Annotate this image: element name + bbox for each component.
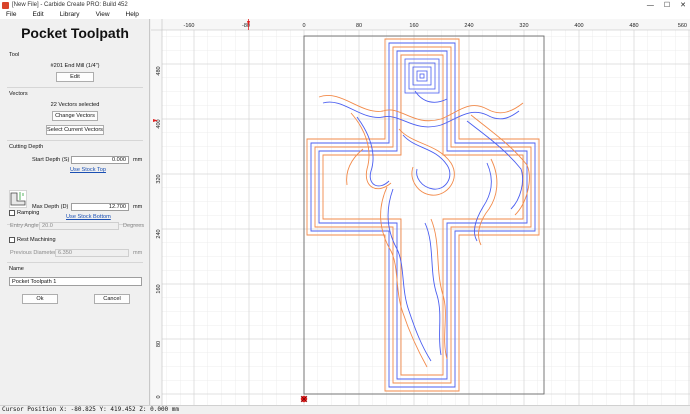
- previous-diameter-input[interactable]: 6.350: [55, 249, 129, 257]
- ruler-top-label: 240: [464, 23, 473, 29]
- maximize-button[interactable]: ☐: [664, 1, 670, 9]
- menu-help[interactable]: Help: [120, 11, 149, 18]
- menu-view-label: View: [95, 11, 110, 18]
- cancel-button[interactable]: Cancel: [94, 294, 130, 304]
- entry-angle-unit: Degrees: [123, 223, 145, 229]
- toolpath-name-input[interactable]: Pocket Toolpath 1: [9, 277, 142, 286]
- start-depth-label: Start Depth (S): [32, 157, 70, 163]
- ruler-top-label: 400: [574, 23, 583, 29]
- ruler-top-label: 560: [678, 23, 687, 29]
- menu-file[interactable]: File: [0, 11, 26, 18]
- window-title: [New File] - Carbide Create PRO: Build 4…: [12, 2, 128, 8]
- ruler-left-label: 320: [156, 174, 162, 183]
- canvas-svg[interactable]: -160 -80 0 80 160 240 320 400 480 560 48…: [151, 19, 690, 405]
- entry-angle-label: Entry Angle: [10, 223, 39, 229]
- panel-title: Pocket Toolpath: [21, 25, 129, 41]
- title-bar: [New File] - Carbide Create PRO: Build 4…: [0, 0, 690, 10]
- vectors-count: 22 Vectors selected: [50, 102, 100, 108]
- ruler-left-label: 480: [156, 66, 162, 75]
- tool-section-label: Tool: [9, 52, 20, 58]
- toolpath-panel: Pocket Toolpath Tool #201 End Mill (1/4"…: [0, 19, 150, 405]
- menu-library[interactable]: Library: [54, 11, 90, 18]
- menu-help-label: Help: [125, 11, 139, 18]
- menu-library-label: Library: [59, 11, 80, 18]
- rest-machining-label: Rest Machining: [17, 237, 56, 243]
- ruler-left-label: 80: [156, 341, 162, 347]
- ruler-top-label: -160: [183, 23, 194, 29]
- previous-diameter-unit: mm: [133, 250, 143, 256]
- ruler-top-label: 480: [629, 23, 638, 29]
- select-current-vectors-button[interactable]: Select Current Vectors: [46, 125, 104, 135]
- name-section-label: Name: [9, 266, 24, 272]
- tool-name: #201 End Mill (1/4"): [50, 63, 100, 69]
- top-ruler[interactable]: [151, 19, 690, 30]
- app-icon: [2, 1, 9, 9]
- divider: [7, 87, 143, 88]
- menu-edit[interactable]: Edit: [26, 11, 53, 18]
- previous-diameter-label: Previous Diameter: [10, 250, 57, 256]
- entry-angle-input[interactable]: 20.0: [39, 222, 119, 230]
- edit-tool-button[interactable]: Edit: [56, 72, 94, 82]
- ruler-top-label: 320: [519, 23, 528, 29]
- start-depth-input[interactable]: 0.000: [71, 156, 129, 164]
- ramping-checkbox[interactable]: [9, 210, 15, 216]
- divider: [7, 262, 143, 263]
- menu-file-label: File: [6, 11, 17, 18]
- rest-machining-checkbox[interactable]: [9, 237, 15, 243]
- menu-edit-label: Edit: [32, 11, 44, 18]
- design-canvas[interactable]: -160 -80 0 80 160 240 320 400 480 560 48…: [151, 19, 690, 405]
- minimize-button[interactable]: —: [647, 2, 654, 9]
- ruler-left-label: 0: [156, 395, 162, 398]
- max-depth-unit: mm: [133, 204, 143, 210]
- ruler-left-label: 160: [156, 284, 162, 293]
- use-stock-top-link[interactable]: Use Stock Top: [70, 167, 106, 173]
- use-stock-bottom-link[interactable]: Use Stock Bottom: [66, 214, 111, 220]
- menu-bar: File Edit Library View Help: [0, 10, 690, 19]
- ruler-left-label: 240: [156, 229, 162, 238]
- depth-diagram-icon: [9, 190, 27, 208]
- vectors-section-label: Vectors: [9, 91, 28, 97]
- close-button[interactable]: ✕: [680, 1, 686, 9]
- ruler-top-label: 160: [409, 23, 418, 29]
- max-depth-input[interactable]: 12.700: [71, 203, 129, 211]
- ruler-top-label: 80: [356, 23, 362, 29]
- menu-view[interactable]: View: [90, 11, 120, 18]
- cutting-depth-section-label: Cutting Depth: [9, 144, 44, 150]
- change-vectors-button[interactable]: Change Vectors: [52, 111, 98, 121]
- status-bar: Cursor Position X: -80.825 Y: 419.452 Z:…: [0, 405, 690, 414]
- start-depth-unit: mm: [133, 157, 143, 163]
- divider: [7, 140, 143, 141]
- ramping-label: Ramping: [17, 210, 40, 216]
- origin-marker-icon[interactable]: [300, 395, 308, 403]
- ruler-top-label: 0: [302, 23, 305, 29]
- ok-button[interactable]: Ok: [22, 294, 58, 304]
